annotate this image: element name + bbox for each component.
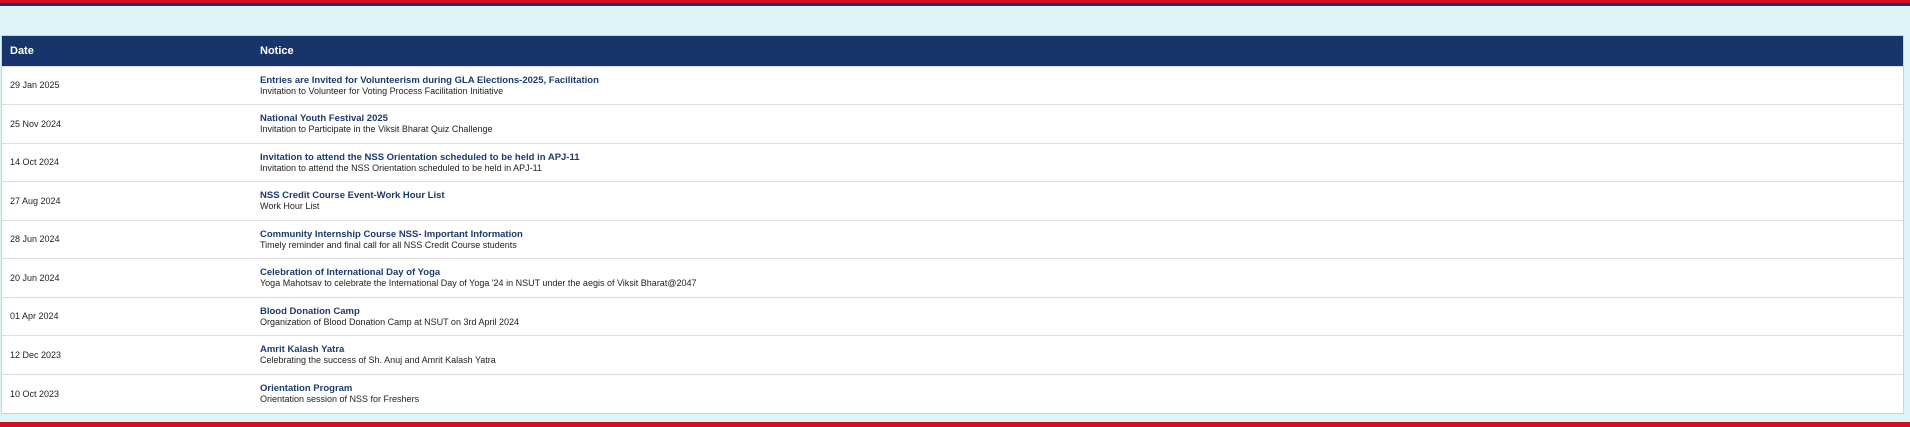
notice-cell: Amrit Kalash Yatra Celebrating the succes… [252,336,1903,375]
notice-date: 20 Jun 2024 [10,272,60,283]
notice-description: Invitation to Participate in the Viksit … [260,124,493,135]
notice-description: Timely reminder and final call for all N… [260,239,517,250]
notice-title-link[interactable]: Community Internship Course NSS- Importa… [260,229,1895,240]
notice-title-link[interactable]: Celebration of International Day of Yoga [260,267,1895,278]
notice-date: 28 Jun 2024 [10,234,60,245]
table-row: 29 Jan 2025 Entries are Invited for Volun… [2,66,1903,105]
table-row: 25 Nov 2024 National Youth Festival 2025 I… [2,104,1903,144]
notice-description: Orientation session of NSS for Freshers [260,394,420,404]
notice-cell: Community Internship Course NSS- Importa… [252,220,1903,259]
notice-title-link[interactable]: Invitation to attend the NSS Orientation… [260,152,1895,163]
notice-table: Date Notice 29 Jan 2025 Entries are Invit… [2,36,1903,413]
notice-title-link[interactable]: Orientation Program [260,383,1895,394]
notice-date: 25 Nov 2024 [10,118,62,129]
notice-cell: Invitation to attend the NSS Orientation… [252,143,1903,182]
notice-table-container: Date Notice 29 Jan 2025 Entries are Invit… [1,35,1904,414]
notice-description: Yoga Mahotsav to celebrate the Internati… [260,278,697,289]
notice-cell: National Youth Festival 2025 Invitation t… [252,105,1903,144]
notice-table-header: Date Notice [2,36,1903,66]
top-accent-strip [0,0,1910,6]
notice-date: 27 Aug 2024 [10,195,61,206]
table-row: 28 Jun 2024 Community Internship Course N… [2,220,1903,259]
notice-description: Organization of Blood Donation Camp at N… [260,316,519,327]
table-row: 01 Apr 2024 Blood Donation Camp Organizati… [2,297,1903,336]
notice-cell: Blood Donation Camp Organization of Blood… [252,297,1903,336]
notice-date: 14 Oct 2024 [10,157,60,168]
notice-description: Celebrating the success of Sh. Anuj and … [260,355,496,366]
notice-title-link[interactable]: Blood Donation Camp [260,306,1895,317]
notice-description: Invitation to Volunteer for Voting Proce… [260,85,504,96]
notice-cell: NSS Credit Course Event-Work Hour List Wo… [252,182,1903,221]
bottom-accent-strip [0,422,1910,427]
table-row: 10 Oct 2023 Orientation Program Orientatio… [2,374,1903,413]
notice-table-body: 29 Jan 2025 Entries are Invited for Volun… [2,66,1903,413]
table-row: 20 Jun 2024 Celebration of International … [2,258,1903,298]
header-row: Date Notice [2,36,1903,66]
notice-date: 01 Apr 2024 [10,311,59,322]
notices-page: Date Notice 29 Jan 2025 Entries are Invit… [0,0,1910,427]
table-row: 27 Aug 2024 NSS Credit Course Event-Work … [2,181,1903,221]
notice-date: 12 Dec 2023 [10,349,62,360]
notice-cell: Orientation Program Orientation session o… [252,374,1903,413]
notice-date: 29 Jan 2025 [10,80,60,91]
notice-cell: Celebration of International Day of Yoga… [252,259,1903,298]
notice-cell: Entries are Invited for Volunteerism dur… [252,66,1903,105]
date-column-header: Date [10,44,34,57]
table-row: 12 Dec 2023 Amrit Kalash Yatra Celebrating… [2,335,1903,375]
notice-title-link[interactable]: National Youth Festival 2025 [260,113,1895,124]
notice-title-link[interactable]: NSS Credit Course Event-Work Hour List [260,190,1895,201]
notice-description: Work Hour List [260,201,320,212]
notice-description: Invitation to attend the NSS Orientation… [260,162,543,173]
notice-column-header: Notice [260,44,294,57]
notice-title-link[interactable]: Amrit Kalash Yatra [260,344,1895,355]
notice-title-link[interactable]: Entries are Invited for Volunteerism dur… [260,75,1895,86]
top-blue-line [0,3,1910,6]
notice-date: 10 Oct 2023 [10,388,60,399]
table-row: 14 Oct 2024 Invitation to attend the NSS … [2,143,1903,182]
